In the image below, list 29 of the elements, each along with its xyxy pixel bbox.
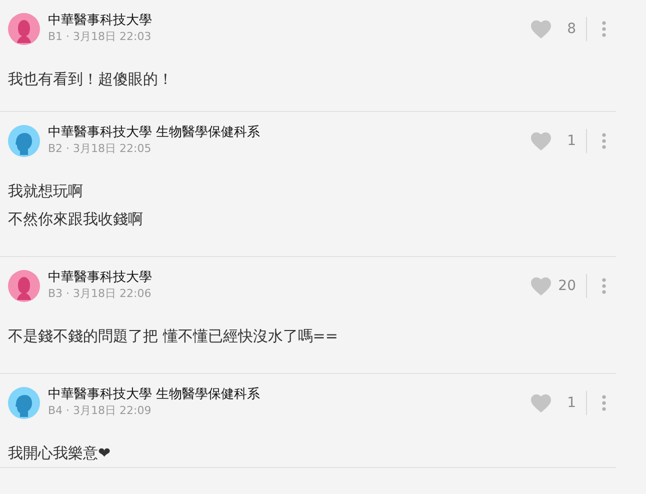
avatar-icon: [8, 270, 40, 302]
floor-time: B3 · 3月18日 22:06: [48, 286, 152, 302]
author-name[interactable]: 中華醫事科技大學: [48, 270, 530, 286]
comment-text: 我開心我樂意❤: [8, 443, 112, 464]
avatar-icon: [8, 13, 40, 45]
heart-icon[interactable]: [530, 19, 552, 39]
heart-icon[interactable]: [530, 131, 552, 151]
author-name[interactable]: 中華醫事科技大學 生物醫學保健科系: [48, 125, 530, 141]
heart-icon[interactable]: [530, 276, 552, 296]
avatar-icon: [8, 125, 40, 157]
author-name[interactable]: 中華醫事科技大學 生物醫學保健科系: [48, 387, 530, 403]
heart-icon[interactable]: [530, 393, 552, 413]
like-count: 1: [566, 395, 576, 411]
floor-time: B4 · 3月18日 22:09: [48, 403, 152, 419]
like-count: 1: [566, 133, 576, 149]
author-name[interactable]: 中華醫事科技大學: [48, 13, 530, 29]
comment-text: 我就想玩啊: [8, 181, 84, 202]
comment-text: 不是錢不錢的問題了把 懂不懂已經快沒水了嗎==: [8, 326, 339, 347]
floor-time: B2 · 3月18日 22:05: [48, 141, 152, 157]
more-icon[interactable]: [602, 278, 606, 294]
more-icon[interactable]: [602, 133, 606, 149]
more-icon[interactable]: [602, 395, 606, 411]
more-icon[interactable]: [602, 21, 606, 37]
avatar-icon: [8, 387, 40, 419]
comment-text: 我也有看到！超傻眼的！: [8, 69, 174, 90]
floor-time: B1 · 3月18日 22:03: [48, 29, 152, 45]
comment-text: 不然你來跟我收錢啊: [8, 209, 144, 230]
like-count: 8: [566, 21, 576, 37]
like-count: 20: [557, 278, 576, 294]
